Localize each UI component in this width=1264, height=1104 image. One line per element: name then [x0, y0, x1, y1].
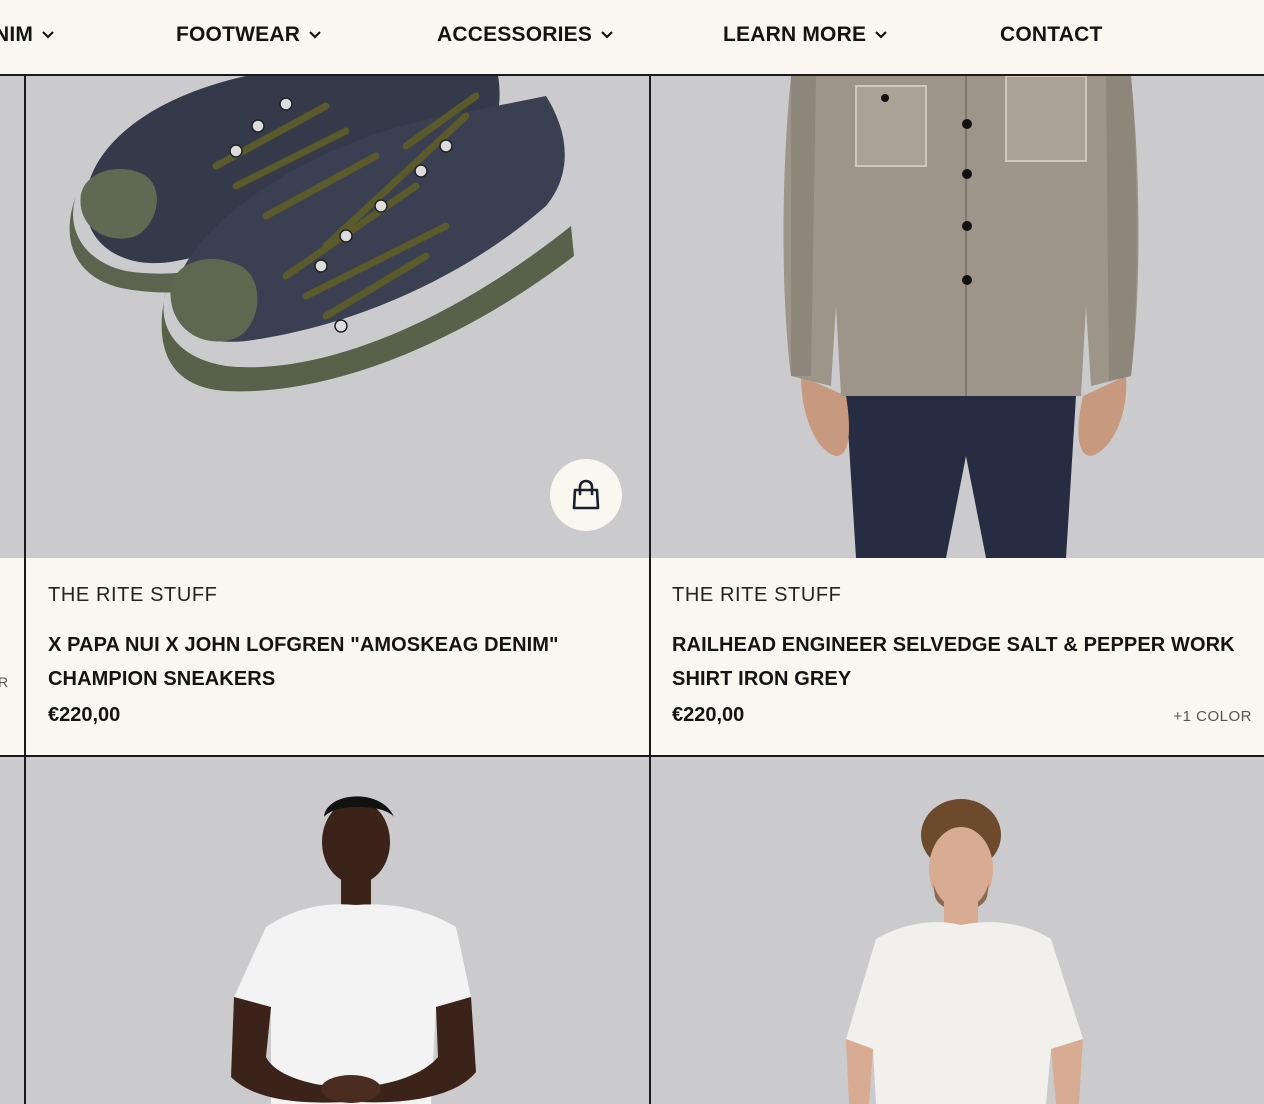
product-info: [0, 558, 24, 755]
white-tee-model-image: [231, 796, 476, 1104]
nav-item-accessories[interactable]: ACCESSORIES: [437, 22, 614, 48]
add-to-bag-button[interactable]: [550, 459, 622, 531]
chevron-down-icon: [601, 31, 613, 39]
chevron-down-icon: [875, 31, 887, 39]
main-navigation: NIM FOOTWEAR ACCESSORIES LEARN MORE CONT…: [0, 0, 1264, 76]
nav-item-label: FOOTWEAR: [176, 23, 301, 46]
product-card[interactable]: THE RITE STUFF RAILHEAD ENGINEER SELVEDG…: [651, 76, 1264, 755]
nav-item-label: CONTACT: [1000, 23, 1103, 46]
nav-item-denim[interactable]: NIM: [0, 22, 55, 48]
product-color-count[interactable]: +1 COLOR: [1173, 708, 1252, 725]
grid-divider: [0, 755, 1264, 757]
product-info: THE RITE STUFF RAILHEAD ENGINEER SELVEDG…: [651, 558, 1264, 755]
nav-item-footwear[interactable]: FOOTWEAR: [176, 22, 322, 48]
grid-divider: [649, 76, 651, 1104]
product-title[interactable]: RAILHEAD ENGINEER SELVEDGE SALT & PEPPER…: [672, 628, 1242, 696]
product-price: €220,00: [48, 704, 121, 726]
chevron-down-icon: [309, 31, 321, 39]
nav-item-label: LEARN MORE: [723, 23, 867, 46]
grid-divider: [24, 76, 26, 1104]
product-brand: THE RITE STUFF: [672, 584, 842, 606]
nav-item-learn-more[interactable]: LEARN MORE: [723, 22, 888, 48]
product-image: [0, 76, 24, 558]
nav-item-label: ACCESSORIES: [437, 23, 593, 46]
product-image[interactable]: [651, 76, 1264, 558]
shirt-model-image: [783, 76, 1139, 558]
product-colors-partial: R: [0, 674, 9, 690]
product-price: €220,00: [672, 704, 745, 726]
product-image[interactable]: [26, 76, 650, 558]
product-image[interactable]: [26, 757, 650, 1104]
white-tee-model-image: [846, 799, 1083, 1104]
product-brand: THE RITE STUFF: [48, 584, 218, 606]
product-image[interactable]: [651, 757, 1264, 1104]
product-image: [0, 757, 24, 1104]
product-title[interactable]: X PAPA NUI X JOHN LOFGREN "AMOSKEAG DENI…: [48, 628, 608, 696]
product-card[interactable]: [651, 757, 1264, 1104]
chevron-down-icon: [42, 31, 54, 39]
product-card[interactable]: [26, 757, 650, 1104]
shopping-bag-icon: [572, 479, 600, 510]
product-card-partial[interactable]: [0, 76, 24, 1104]
product-info: THE RITE STUFF X PAPA NUI X JOHN LOFGREN…: [26, 558, 650, 755]
product-card[interactable]: THE RITE STUFF X PAPA NUI X JOHN LOFGREN…: [26, 76, 650, 755]
nav-item-contact[interactable]: CONTACT: [1000, 22, 1103, 48]
nav-item-label: NIM: [0, 23, 34, 46]
